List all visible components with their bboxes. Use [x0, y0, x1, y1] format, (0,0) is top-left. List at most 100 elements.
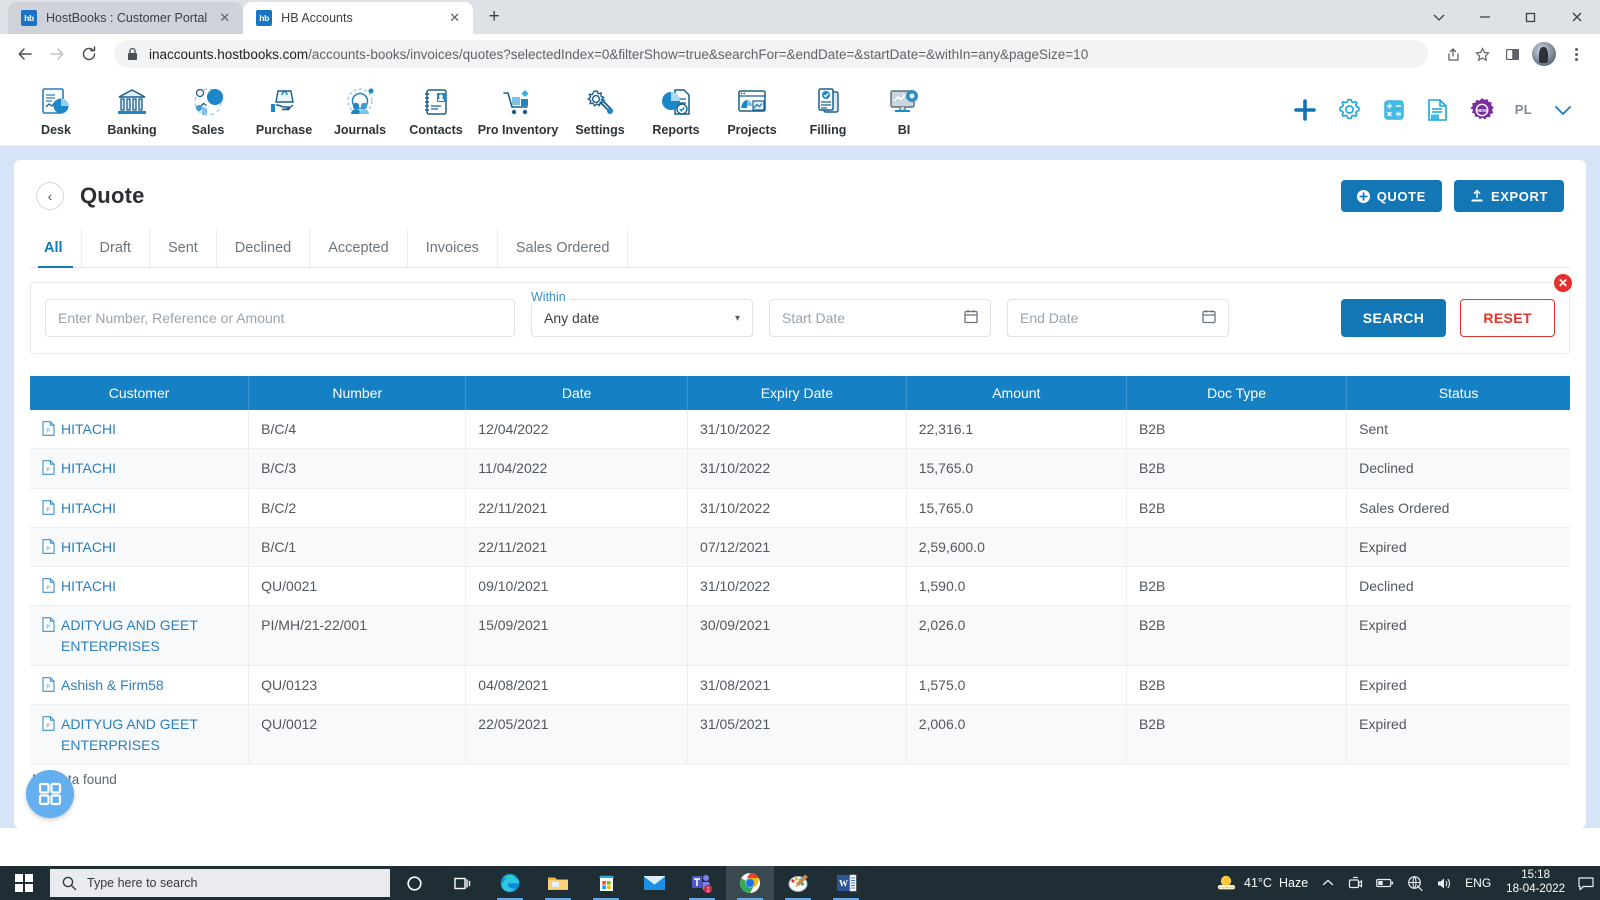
column-number[interactable]: Number	[248, 376, 467, 410]
chevron-down-icon[interactable]	[1416, 0, 1462, 34]
whats-new-badge[interactable]: NEW	[1469, 97, 1495, 123]
weather-widget[interactable]: 41°C Haze	[1217, 874, 1308, 892]
customer-link[interactable]: HITACHI	[61, 498, 116, 518]
within-select[interactable]: Any date ▾	[531, 299, 753, 337]
tab-declined[interactable]: Declined	[217, 228, 311, 267]
customer-link[interactable]: HITACHI	[61, 537, 116, 557]
windows-start-icon[interactable]	[0, 866, 48, 900]
sidebar-toggle-icon[interactable]	[1498, 40, 1526, 68]
back-button[interactable]: ‹	[36, 182, 64, 210]
nav-item-sales[interactable]: Sales	[170, 83, 246, 137]
nav-item-desk[interactable]: Desk	[18, 83, 94, 137]
customer-link[interactable]: HITACHI	[61, 419, 116, 439]
table-row[interactable]: P HITACHI B/C/3 11/04/2022 31/10/2022 15,765.…	[30, 448, 1570, 489]
table-row[interactable]: P ADITYUG AND GEET ENTERPRISES PI/MH/21-22…	[30, 605, 1570, 667]
document-icon[interactable]	[1426, 98, 1449, 122]
nav-item-contacts[interactable]: Contacts	[398, 83, 474, 137]
nav-item-pro-inventory[interactable]: Pro Inventory	[474, 83, 562, 137]
reset-button[interactable]: RESET	[1460, 299, 1555, 337]
plus-icon[interactable]	[1293, 98, 1317, 122]
table-row[interactable]: P Ashish & Firm58 QU/0123 04/08/2021 31/08/2…	[30, 665, 1570, 706]
column-expiry-date[interactable]: Expiry Date	[687, 376, 907, 410]
start-date-input[interactable]: Start Date	[769, 299, 991, 337]
avatar[interactable]	[1532, 42, 1556, 66]
customer-link[interactable]: ADITYUG AND GEET ENTERPRISES	[61, 714, 236, 755]
maximize-icon[interactable]	[1508, 0, 1554, 34]
close-icon[interactable]	[1554, 0, 1600, 34]
tab-close-icon[interactable]: ✕	[446, 10, 463, 27]
browser-tab-0[interactable]: hb HostBooks : Customer Portal ✕	[8, 2, 244, 34]
export-button[interactable]: EXPORT	[1453, 180, 1564, 212]
minimize-icon[interactable]	[1462, 0, 1508, 34]
chevron-down-icon[interactable]	[1552, 99, 1574, 121]
network-offline-icon[interactable]	[1407, 875, 1423, 891]
column-status[interactable]: Status	[1346, 376, 1570, 410]
table-row[interactable]: P HITACHI QU/0021 09/10/2021 31/10/2022 1,590…	[30, 566, 1570, 607]
column-customer[interactable]: Customer	[30, 376, 250, 410]
show-hidden-icons-chevron[interactable]	[1321, 876, 1335, 890]
table-row[interactable]: P ADITYUG AND GEET ENTERPRISES QU/0012 22/0…	[30, 704, 1570, 765]
customer-link[interactable]: ADITYUG AND GEET ENTERPRISES	[61, 615, 236, 656]
tab-sent[interactable]: Sent	[150, 228, 217, 267]
chrome-icon[interactable]	[726, 866, 774, 900]
table-row[interactable]: P HITACHI B/C/4 12/04/2022 31/10/2022 22,316.…	[30, 410, 1570, 450]
table-row[interactable]: P HITACHI B/C/1 22/11/2021 07/12/2021 2,59,60…	[30, 527, 1570, 568]
user-initials[interactable]: PL	[1515, 102, 1532, 117]
chrome-menu-icon[interactable]	[1562, 40, 1590, 68]
end-date-input[interactable]: End Date	[1007, 299, 1229, 337]
new-tab-button[interactable]: +	[479, 2, 509, 32]
tab-accepted[interactable]: Accepted	[310, 228, 408, 267]
calendar-icon[interactable]	[1202, 309, 1216, 327]
nav-item-projects[interactable]: Projects	[714, 83, 790, 137]
volume-icon[interactable]	[1436, 876, 1452, 891]
tab-sales-ordered[interactable]: Sales Ordered	[498, 228, 629, 267]
close-filter-button[interactable]: ✕	[1552, 272, 1574, 294]
camera-icon[interactable]	[1348, 876, 1363, 891]
edge-icon[interactable]	[486, 866, 534, 900]
customer-link[interactable]: HITACHI	[61, 576, 116, 596]
nav-item-purchase[interactable]: Purchase	[246, 83, 322, 137]
nav-item-banking[interactable]: Banking	[94, 83, 170, 137]
reload-icon[interactable]	[74, 39, 104, 69]
microsoft-store-icon[interactable]	[582, 866, 630, 900]
battery-icon[interactable]	[1376, 877, 1394, 889]
tab-all[interactable]: All	[30, 228, 82, 268]
back-icon[interactable]	[10, 39, 40, 69]
language-indicator[interactable]: ENG	[1465, 876, 1491, 890]
cortana-icon[interactable]	[390, 866, 438, 900]
column-date[interactable]: Date	[465, 376, 689, 410]
tab-invoices[interactable]: Invoices	[408, 228, 498, 267]
nav-item-filling[interactable]: Filling	[790, 83, 866, 137]
column-amount[interactable]: Amount	[906, 376, 1127, 410]
nav-item-journals[interactable]: Journals	[322, 83, 398, 137]
nav-item-reports[interactable]: Reports	[638, 83, 714, 137]
paint-icon[interactable]	[774, 866, 822, 900]
search-button[interactable]: SEARCH	[1340, 299, 1447, 337]
file-explorer-icon[interactable]	[534, 866, 582, 900]
word-icon[interactable]: W	[822, 866, 870, 900]
table-row[interactable]: P HITACHI B/C/2 22/11/2021 31/10/2022 15,765.…	[30, 488, 1570, 528]
address-bar[interactable]: inaccounts.hostbooks.com/accounts-books/…	[114, 40, 1428, 68]
action-center-icon[interactable]	[1578, 876, 1594, 891]
tab-close-icon[interactable]: ✕	[216, 10, 233, 27]
taskbar-clock[interactable]: 15:18 18-04-2022	[1506, 869, 1565, 897]
tab-draft[interactable]: Draft	[82, 228, 150, 267]
search-input[interactable]: Enter Number, Reference or Amount	[45, 299, 515, 337]
apps-grid-fab[interactable]	[26, 770, 74, 818]
calculator-icon[interactable]	[1382, 98, 1406, 122]
new-quote-button[interactable]: QUOTE	[1340, 180, 1442, 212]
task-view-icon[interactable]	[438, 866, 486, 900]
customer-link[interactable]: HITACHI	[61, 458, 116, 478]
taskbar-search-input[interactable]: Type here to search	[50, 869, 390, 897]
forward-icon[interactable]	[42, 39, 72, 69]
browser-tab-1[interactable]: hb HB Accounts ✕	[243, 2, 474, 34]
column-doc-type[interactable]: Doc Type	[1126, 376, 1348, 410]
gear-icon[interactable]	[1337, 97, 1362, 122]
nav-item-settings[interactable]: Settings	[562, 83, 638, 137]
calendar-icon[interactable]	[964, 309, 978, 327]
mail-icon[interactable]	[630, 866, 678, 900]
customer-link[interactable]: Ashish & Firm58	[61, 675, 164, 695]
teams-icon[interactable]: 1	[678, 866, 726, 900]
bookmark-star-icon[interactable]	[1468, 40, 1496, 68]
share-icon[interactable]	[1438, 40, 1466, 68]
